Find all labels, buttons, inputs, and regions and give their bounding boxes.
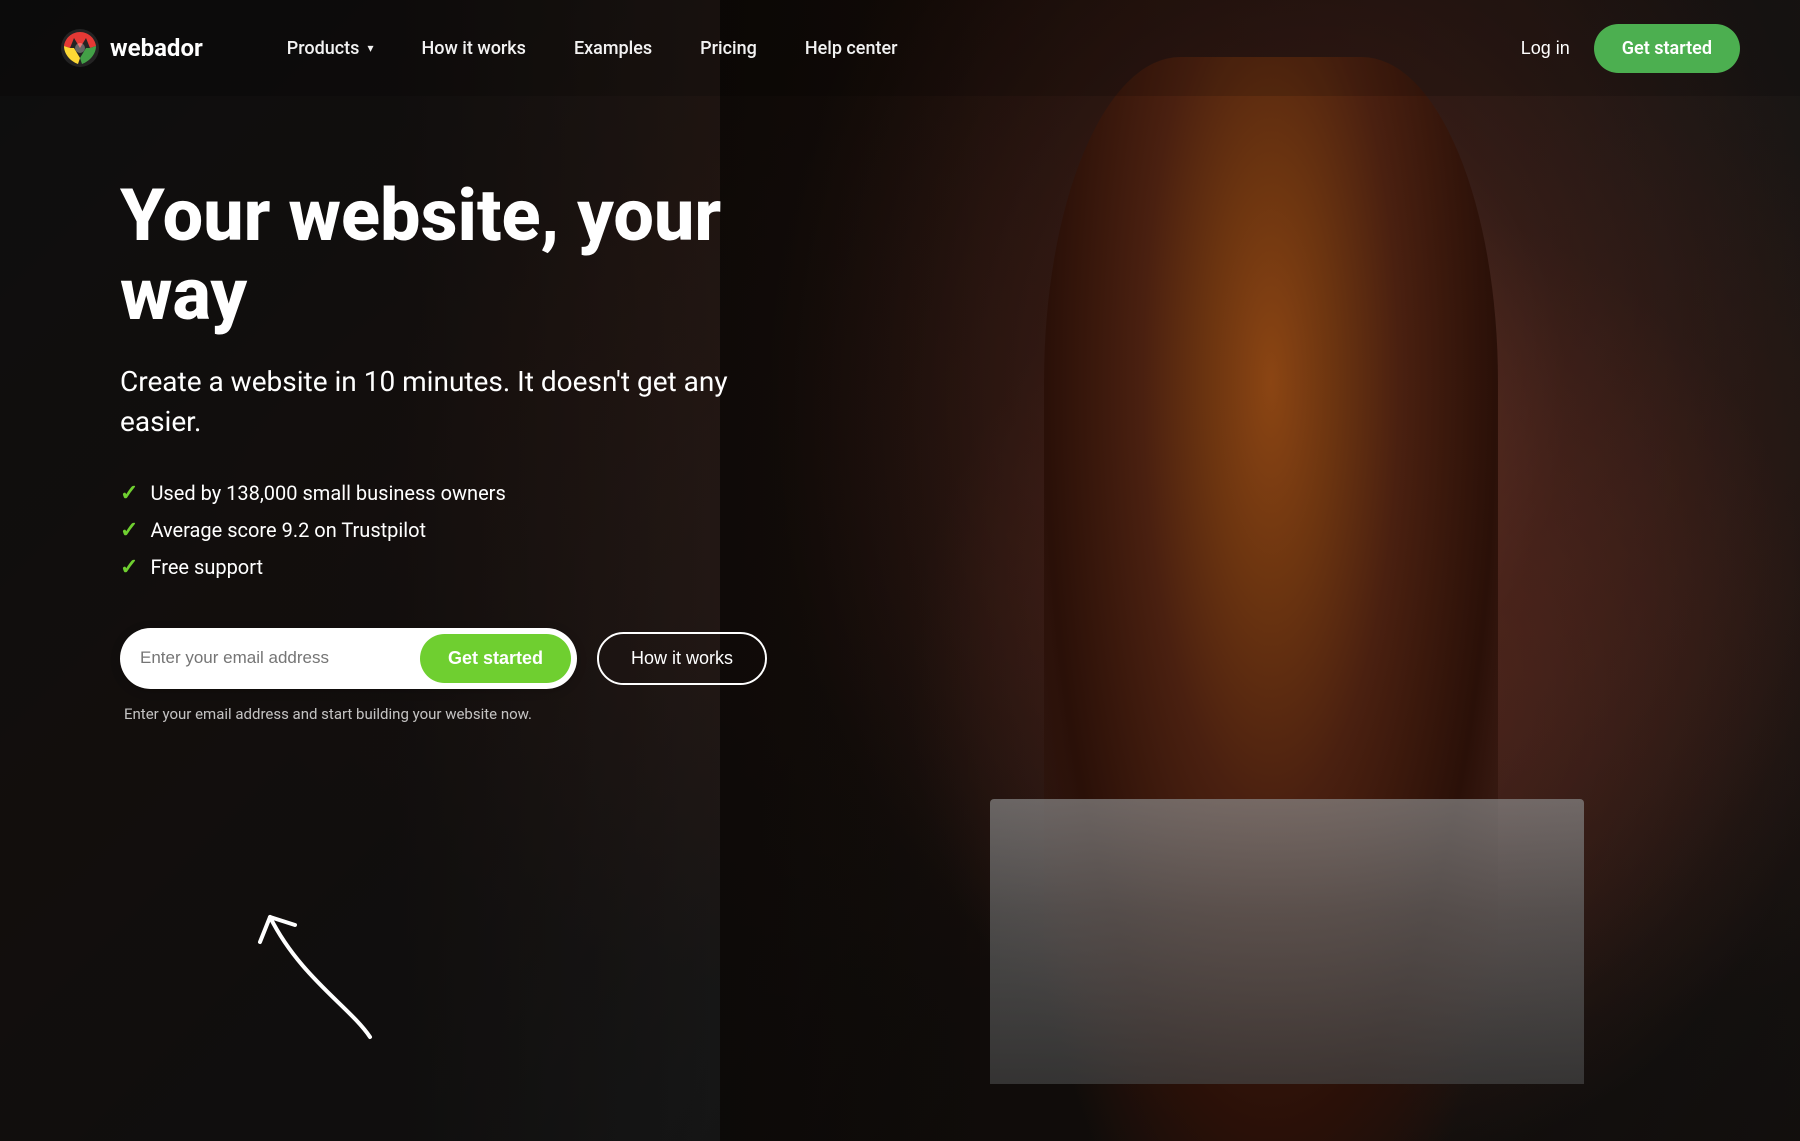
email-form: Get started bbox=[120, 628, 577, 689]
cta-hint: Enter your email address and start build… bbox=[124, 705, 780, 723]
check-icon-2: ✓ bbox=[120, 518, 138, 543]
nav-examples[interactable]: Examples bbox=[550, 26, 676, 71]
how-it-works-button[interactable]: How it works bbox=[597, 632, 767, 685]
get-started-nav-button[interactable]: Get started bbox=[1594, 24, 1740, 73]
check-icon-1: ✓ bbox=[120, 481, 138, 506]
hero-content: Your website, your way Create a website … bbox=[0, 96, 900, 803]
email-input[interactable] bbox=[140, 648, 420, 668]
hero-bullets: ✓ Used by 138,000 small business owners … bbox=[120, 481, 780, 580]
login-button[interactable]: Log in bbox=[1521, 38, 1570, 59]
hero-title: Your website, your way bbox=[120, 176, 780, 334]
logo-icon bbox=[60, 28, 100, 68]
hero-subtitle: Create a website in 10 minutes. It doesn… bbox=[120, 362, 780, 440]
nav-products[interactable]: Products ▾ bbox=[263, 26, 398, 71]
nav-help-center[interactable]: Help center bbox=[781, 26, 922, 71]
navbar: webador Products ▾ How it works Examples… bbox=[0, 0, 1800, 96]
get-started-hero-button[interactable]: Get started bbox=[420, 634, 571, 683]
logo-link[interactable]: webador bbox=[60, 28, 203, 68]
nav-right: Log in Get started bbox=[1521, 24, 1740, 73]
nav-pricing[interactable]: Pricing bbox=[676, 26, 781, 71]
chevron-down-icon: ▾ bbox=[367, 41, 373, 55]
cta-row: Get started How it works bbox=[120, 628, 780, 689]
bullet-3: ✓ Free support bbox=[120, 555, 780, 580]
brand-name: webador bbox=[110, 34, 203, 62]
bullet-2: ✓ Average score 9.2 on Trustpilot bbox=[120, 518, 780, 543]
check-icon-3: ✓ bbox=[120, 555, 138, 580]
curved-arrow-icon bbox=[240, 857, 420, 1057]
arrow-container bbox=[240, 857, 420, 1061]
bullet-1: ✓ Used by 138,000 small business owners bbox=[120, 481, 780, 506]
nav-links: Products ▾ How it works Examples Pricing… bbox=[263, 26, 1521, 71]
nav-how-it-works[interactable]: How it works bbox=[397, 26, 549, 71]
